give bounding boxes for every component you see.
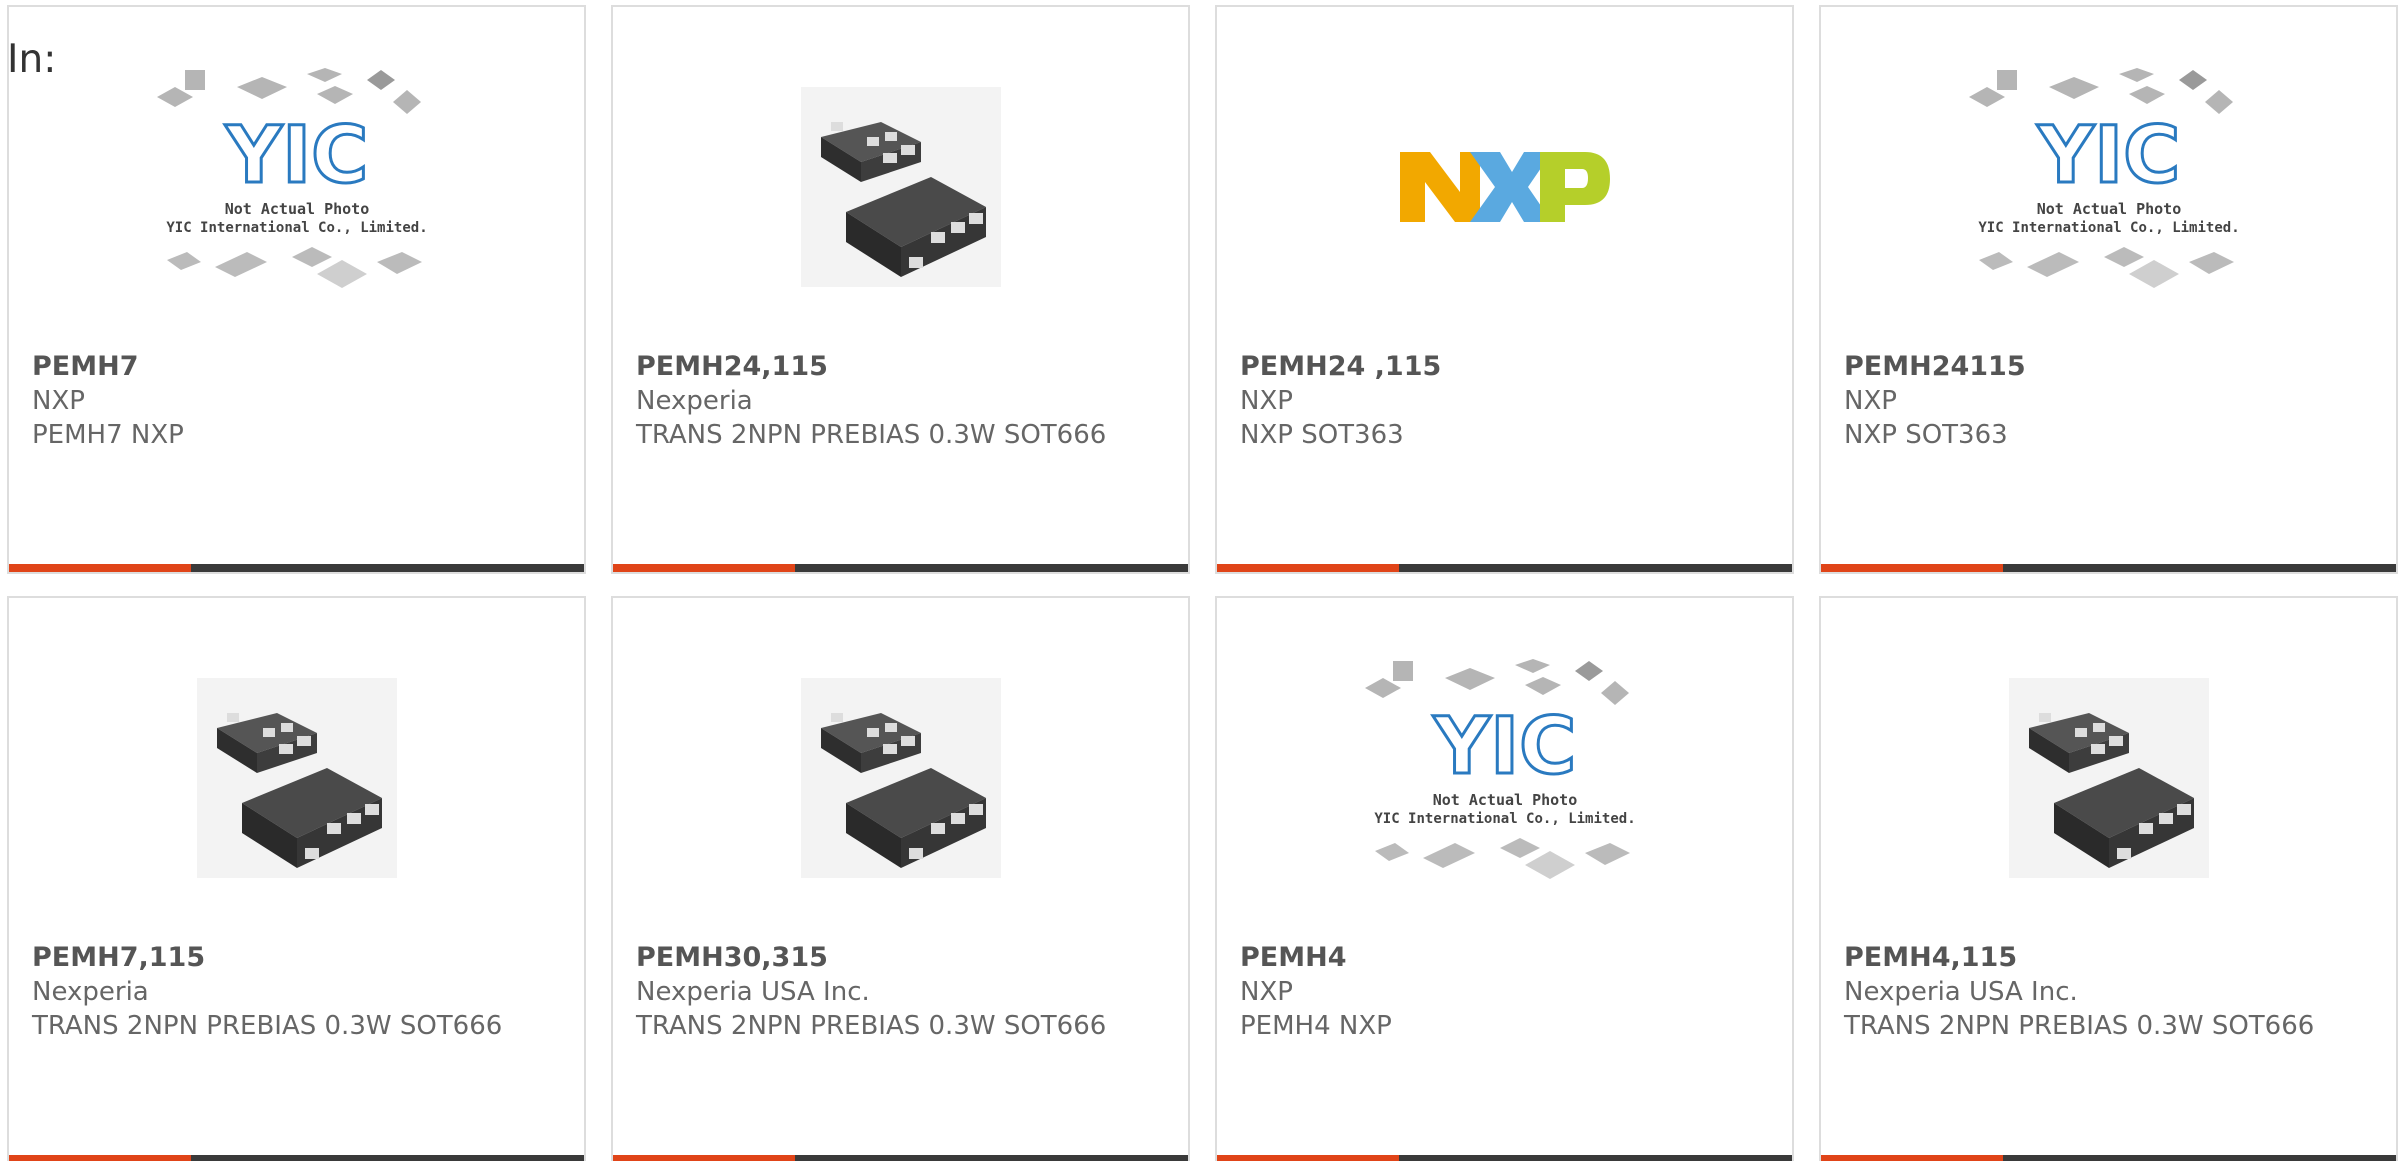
product-info: PEMH24115 NXP NXP SOT363 (1844, 350, 2376, 452)
description: NXP SOT363 (1844, 420, 2008, 450)
search-results-page: In: YIC Not Actual Photo YIC Internation… (0, 0, 2400, 1161)
chip-photo-icon (196, 678, 397, 878)
description: TRANS 2NPN PREBIAS 0.3W SOT666 (636, 1011, 1107, 1041)
description: TRANS 2NPN PREBIAS 0.3W SOT666 (32, 1011, 503, 1041)
product-info: PEMH24 ,115 NXP NXP SOT363 (1240, 350, 1772, 452)
product-image[interactable] (1821, 658, 2396, 898)
placeholder-photo-icon: YIC Not Actual Photo YIC International C… (156, 68, 427, 288)
manufacturer: Nexperia (636, 386, 753, 416)
in-label: In: (7, 37, 57, 82)
manufacturer: Nexperia (32, 977, 149, 1007)
card-accent-bar (9, 564, 191, 572)
product-image[interactable]: YIC Not Actual Photo YIC International C… (1821, 67, 2396, 307)
part-number[interactable]: PEMH7,115 (32, 941, 564, 975)
manufacturer: NXP (32, 386, 85, 416)
product-card[interactable]: PEMH4,115 Nexperia USA Inc. TRANS 2NPN P… (1819, 596, 2398, 1161)
card-accent-bar (1821, 1155, 2003, 1161)
part-number[interactable]: PEMH24 ,115 (1240, 350, 1772, 384)
description: NXP SOT363 (1240, 420, 1404, 450)
manufacturer: NXP (1240, 386, 1293, 416)
description: PEMH7 NXP (32, 420, 184, 450)
product-info: PEMH7,115 Nexperia TRANS 2NPN PREBIAS 0.… (32, 941, 564, 1043)
nxp-logo-icon (1399, 152, 1610, 222)
placeholder-photo-icon: YIC Not Actual Photo YIC International C… (1968, 68, 2239, 288)
part-number[interactable]: PEMH24115 (1844, 350, 2376, 384)
svg-text:YIC International Co., Limited: YIC International Co., Limited. (166, 220, 427, 236)
manufacturer: Nexperia USA Inc. (1844, 977, 2078, 1007)
svg-text:YIC: YIC (1432, 702, 1576, 792)
product-info: PEMH30,315 Nexperia USA Inc. TRANS 2NPN … (636, 941, 1168, 1043)
card-accent-bar (1821, 564, 2003, 572)
card-accent-bar (1217, 564, 1399, 572)
manufacturer: NXP (1844, 386, 1897, 416)
product-info: PEMH24,115 Nexperia TRANS 2NPN PREBIAS 0… (636, 350, 1168, 452)
product-card[interactable]: PEMH24 ,115 NXP NXP SOT363 (1215, 5, 1794, 574)
product-card[interactable]: YIC Not Actual Photo YIC International C… (1819, 5, 2398, 574)
product-card[interactable]: YIC Not Actual Photo YIC International C… (1215, 596, 1794, 1161)
part-number[interactable]: PEMH4 (1240, 941, 1772, 975)
product-card[interactable]: PEMH24,115 Nexperia TRANS 2NPN PREBIAS 0… (611, 5, 1190, 574)
manufacturer: NXP (1240, 977, 1293, 1007)
product-card[interactable]: PEMH30,315 Nexperia USA Inc. TRANS 2NPN … (611, 596, 1190, 1161)
svg-text:YIC International Co., Limited: YIC International Co., Limited. (1978, 220, 2239, 236)
product-card[interactable]: YIC Not Actual Photo YIC International C… (7, 5, 586, 574)
product-image[interactable] (613, 67, 1188, 307)
part-number[interactable]: PEMH4,115 (1844, 941, 2376, 975)
svg-text:Not Actual Photo: Not Actual Photo (1432, 791, 1577, 809)
svg-text:YIC International Co., Limited: YIC International Co., Limited. (1374, 811, 1635, 827)
manufacturer: Nexperia USA Inc. (636, 977, 870, 1007)
description: TRANS 2NPN PREBIAS 0.3W SOT666 (636, 420, 1107, 450)
svg-text:YIC: YIC (2036, 111, 2180, 201)
product-image[interactable]: YIC Not Actual Photo YIC International C… (9, 67, 584, 307)
product-info: PEMH4,115 Nexperia USA Inc. TRANS 2NPN P… (1844, 941, 2376, 1043)
chip-photo-icon (800, 87, 1001, 287)
card-accent-bar (1217, 1155, 1399, 1161)
product-grid: YIC Not Actual Photo YIC International C… (7, 5, 2400, 1161)
product-info: PEMH7 NXP PEMH7 NXP (32, 350, 564, 452)
placeholder-photo-icon: YIC Not Actual Photo YIC International C… (1364, 659, 1635, 879)
card-accent-bar (9, 1155, 191, 1161)
product-info: PEMH4 NXP PEMH4 NXP (1240, 941, 1772, 1043)
card-accent-bar (613, 564, 795, 572)
product-image[interactable] (9, 658, 584, 898)
product-card[interactable]: PEMH7,115 Nexperia TRANS 2NPN PREBIAS 0.… (7, 596, 586, 1161)
svg-text:YIC: YIC (224, 111, 368, 201)
svg-text:Not Actual Photo: Not Actual Photo (224, 200, 369, 218)
product-image[interactable]: YIC Not Actual Photo YIC International C… (1217, 658, 1792, 898)
part-number[interactable]: PEMH24,115 (636, 350, 1168, 384)
part-number[interactable]: PEMH7 (32, 350, 564, 384)
product-image[interactable] (613, 658, 1188, 898)
card-accent-bar (613, 1155, 795, 1161)
svg-text:Not Actual Photo: Not Actual Photo (2036, 200, 2181, 218)
product-image[interactable] (1217, 67, 1792, 307)
description: TRANS 2NPN PREBIAS 0.3W SOT666 (1844, 1011, 2315, 1041)
chip-photo-icon (2008, 678, 2209, 878)
part-number[interactable]: PEMH30,315 (636, 941, 1168, 975)
description: PEMH4 NXP (1240, 1011, 1392, 1041)
chip-photo-icon (800, 678, 1001, 878)
